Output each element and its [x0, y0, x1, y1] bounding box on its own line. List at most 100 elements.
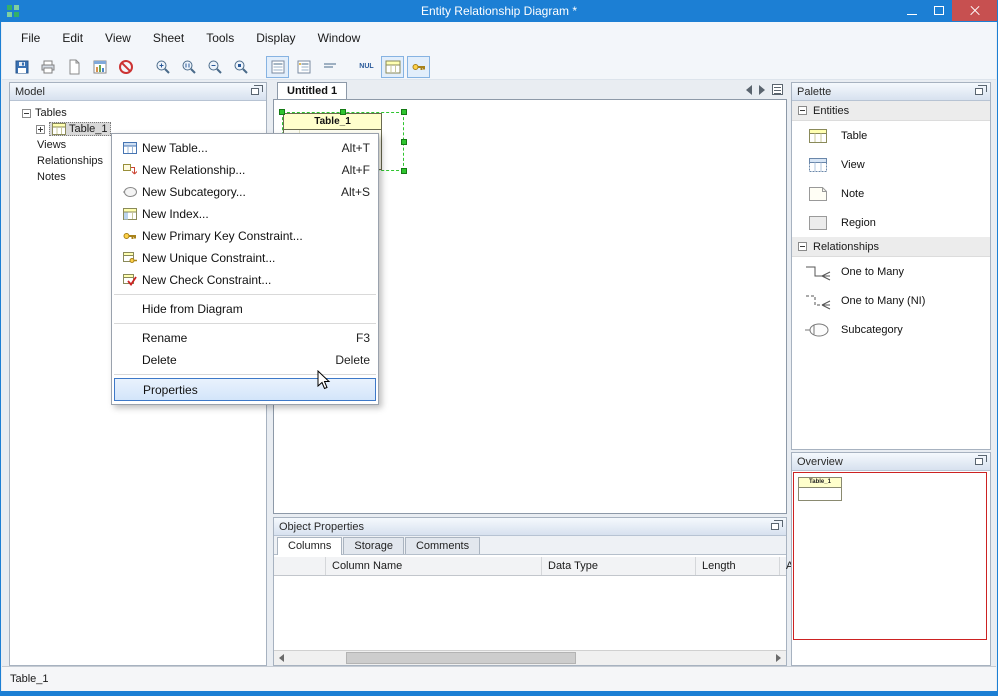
selection-handle[interactable]: [401, 138, 407, 145]
palette-item-table[interactable]: Table: [792, 121, 990, 150]
column-header-datatype[interactable]: Data Type: [542, 557, 696, 575]
tab-columns[interactable]: Columns: [277, 537, 343, 555]
menu-item-label: New Relationship...: [142, 163, 246, 177]
view-keys-columns-button[interactable]: [292, 56, 315, 78]
tab-storage[interactable]: Storage: [343, 537, 404, 554]
view-columns-button[interactable]: [266, 55, 289, 78]
context-menu-item-new-check[interactable]: New Check Constraint...: [112, 269, 378, 291]
context-menu-item-new-relationship[interactable]: New Relationship... Alt+F: [112, 159, 378, 181]
palette-section-entities[interactable]: Entities: [792, 101, 990, 121]
view-names-icon: [323, 63, 336, 67]
columns-table-header: Column Name Data Type Length A: [274, 557, 793, 576]
tree-item-tables[interactable]: Tables: [10, 105, 266, 121]
selection-handle[interactable]: [401, 168, 407, 174]
nav-next-icon[interactable]: [759, 84, 765, 95]
column-header-length[interactable]: Length: [696, 557, 780, 575]
menu-window[interactable]: Window: [307, 26, 372, 50]
minimize-icon: [906, 13, 917, 15]
sheet-list-icon[interactable]: [772, 84, 783, 95]
print-button[interactable]: [36, 56, 59, 78]
object-properties-title: Object Properties: [279, 520, 364, 533]
collapse-icon[interactable]: [798, 242, 807, 251]
menu-separator: [114, 294, 376, 295]
float-panel-icon[interactable]: [975, 455, 987, 465]
column-header-rowmark[interactable]: [274, 557, 326, 575]
palette-item-note[interactable]: Note: [792, 179, 990, 208]
palette-item-region[interactable]: Region: [792, 208, 990, 237]
context-menu-item-new-unique[interactable]: New Unique Constraint...: [112, 247, 378, 269]
show-datatypes-button[interactable]: [381, 55, 404, 78]
menu-item-label: New Primary Key Constraint...: [142, 229, 303, 243]
menu-item-label: Rename: [142, 331, 188, 345]
stop-edit-button[interactable]: [114, 56, 137, 78]
menu-item-label: New Table...: [142, 141, 208, 155]
selection-handle[interactable]: [279, 109, 285, 115]
float-panel-icon[interactable]: [251, 85, 263, 95]
overview-header[interactable]: Overview: [792, 453, 990, 471]
overview-content[interactable]: Table_1: [792, 471, 990, 665]
palette-item-one-to-many-ni[interactable]: One to Many (NI): [792, 286, 990, 315]
context-menu-item-new-subcategory[interactable]: New Subcategory... Alt+S: [112, 181, 378, 203]
report-icon: [93, 60, 106, 73]
model-panel-header[interactable]: Model: [10, 83, 266, 101]
zoom-actual-button[interactable]: [177, 56, 200, 78]
show-keys-button[interactable]: [407, 55, 430, 78]
context-menu-item-properties[interactable]: Properties: [114, 378, 376, 401]
horizontal-scrollbar[interactable]: [274, 650, 786, 665]
scroll-right-button[interactable]: [771, 651, 786, 665]
scrollbar-thumb[interactable]: [346, 652, 576, 664]
one-to-many-ni-icon: [806, 295, 831, 309]
palette-section-relationships[interactable]: Relationships: [792, 237, 990, 257]
palette-item-view[interactable]: View: [792, 150, 990, 179]
context-menu-item-hide-from-diagram[interactable]: Hide from Diagram: [112, 298, 378, 320]
sheet-tab-bar: Untitled 1: [273, 82, 787, 99]
view-names-button[interactable]: [318, 56, 341, 78]
menu-sheet[interactable]: Sheet: [142, 26, 195, 50]
menu-file[interactable]: File: [10, 26, 51, 50]
palette-item-one-to-many[interactable]: One to Many: [792, 257, 990, 286]
float-panel-icon[interactable]: [975, 85, 987, 95]
context-menu-item-new-primary-key[interactable]: New Primary Key Constraint...: [112, 225, 378, 247]
report-button[interactable]: [88, 56, 111, 78]
window-title: Entity Relationship Diagram *: [420, 4, 578, 18]
expand-icon[interactable]: [36, 124, 45, 134]
zoom-fit-button[interactable]: [229, 56, 252, 78]
menu-item-shortcut: F3: [355, 331, 370, 345]
columns-table-body[interactable]: [274, 576, 786, 650]
menu-edit[interactable]: Edit: [51, 26, 94, 50]
menu-display[interactable]: Display: [245, 26, 306, 50]
save-button[interactable]: [10, 56, 33, 78]
menu-view[interactable]: View: [94, 26, 142, 50]
object-properties-header[interactable]: Object Properties: [274, 518, 786, 536]
new-page-button[interactable]: [62, 56, 85, 78]
new-relationship-icon: [123, 164, 137, 175]
zoom-out-button[interactable]: [203, 56, 226, 78]
collapse-icon[interactable]: [798, 106, 807, 115]
nav-previous-icon[interactable]: [746, 84, 752, 95]
palette-item-subcategory[interactable]: Subcategory: [792, 315, 990, 344]
show-nullable-button[interactable]: NUL: [355, 56, 378, 78]
context-menu-item-new-index[interactable]: New Index...: [112, 203, 378, 225]
tab-untitled-1[interactable]: Untitled 1: [277, 82, 348, 99]
tab-comments[interactable]: Comments: [404, 537, 481, 554]
selection-handle[interactable]: [340, 109, 346, 115]
view-icon: [809, 157, 827, 172]
minimize-button[interactable]: [898, 0, 925, 21]
title-bar[interactable]: Entity Relationship Diagram *: [1, 0, 997, 22]
zoom-in-button[interactable]: [151, 56, 174, 78]
column-header-name[interactable]: Column Name: [326, 557, 542, 575]
context-menu-item-new-table[interactable]: New Table... Alt+T: [112, 137, 378, 159]
selection-handle[interactable]: [401, 109, 407, 115]
menu-tools[interactable]: Tools: [195, 26, 245, 50]
close-button[interactable]: [952, 0, 997, 21]
context-menu-item-rename[interactable]: Rename F3: [112, 327, 378, 349]
overview-viewport-rect[interactable]: Table_1: [793, 472, 987, 640]
scroll-left-button[interactable]: [274, 651, 289, 665]
palette-header[interactable]: Palette: [792, 83, 990, 101]
collapse-icon[interactable]: [22, 108, 31, 118]
float-panel-icon[interactable]: [771, 520, 783, 530]
context-menu-item-delete[interactable]: Delete Delete: [112, 349, 378, 371]
maximize-button[interactable]: [925, 0, 952, 21]
object-properties-panel: Object Properties Columns Storage Commen…: [273, 517, 793, 666]
tree-selected-item[interactable]: Table_1: [49, 122, 111, 136]
